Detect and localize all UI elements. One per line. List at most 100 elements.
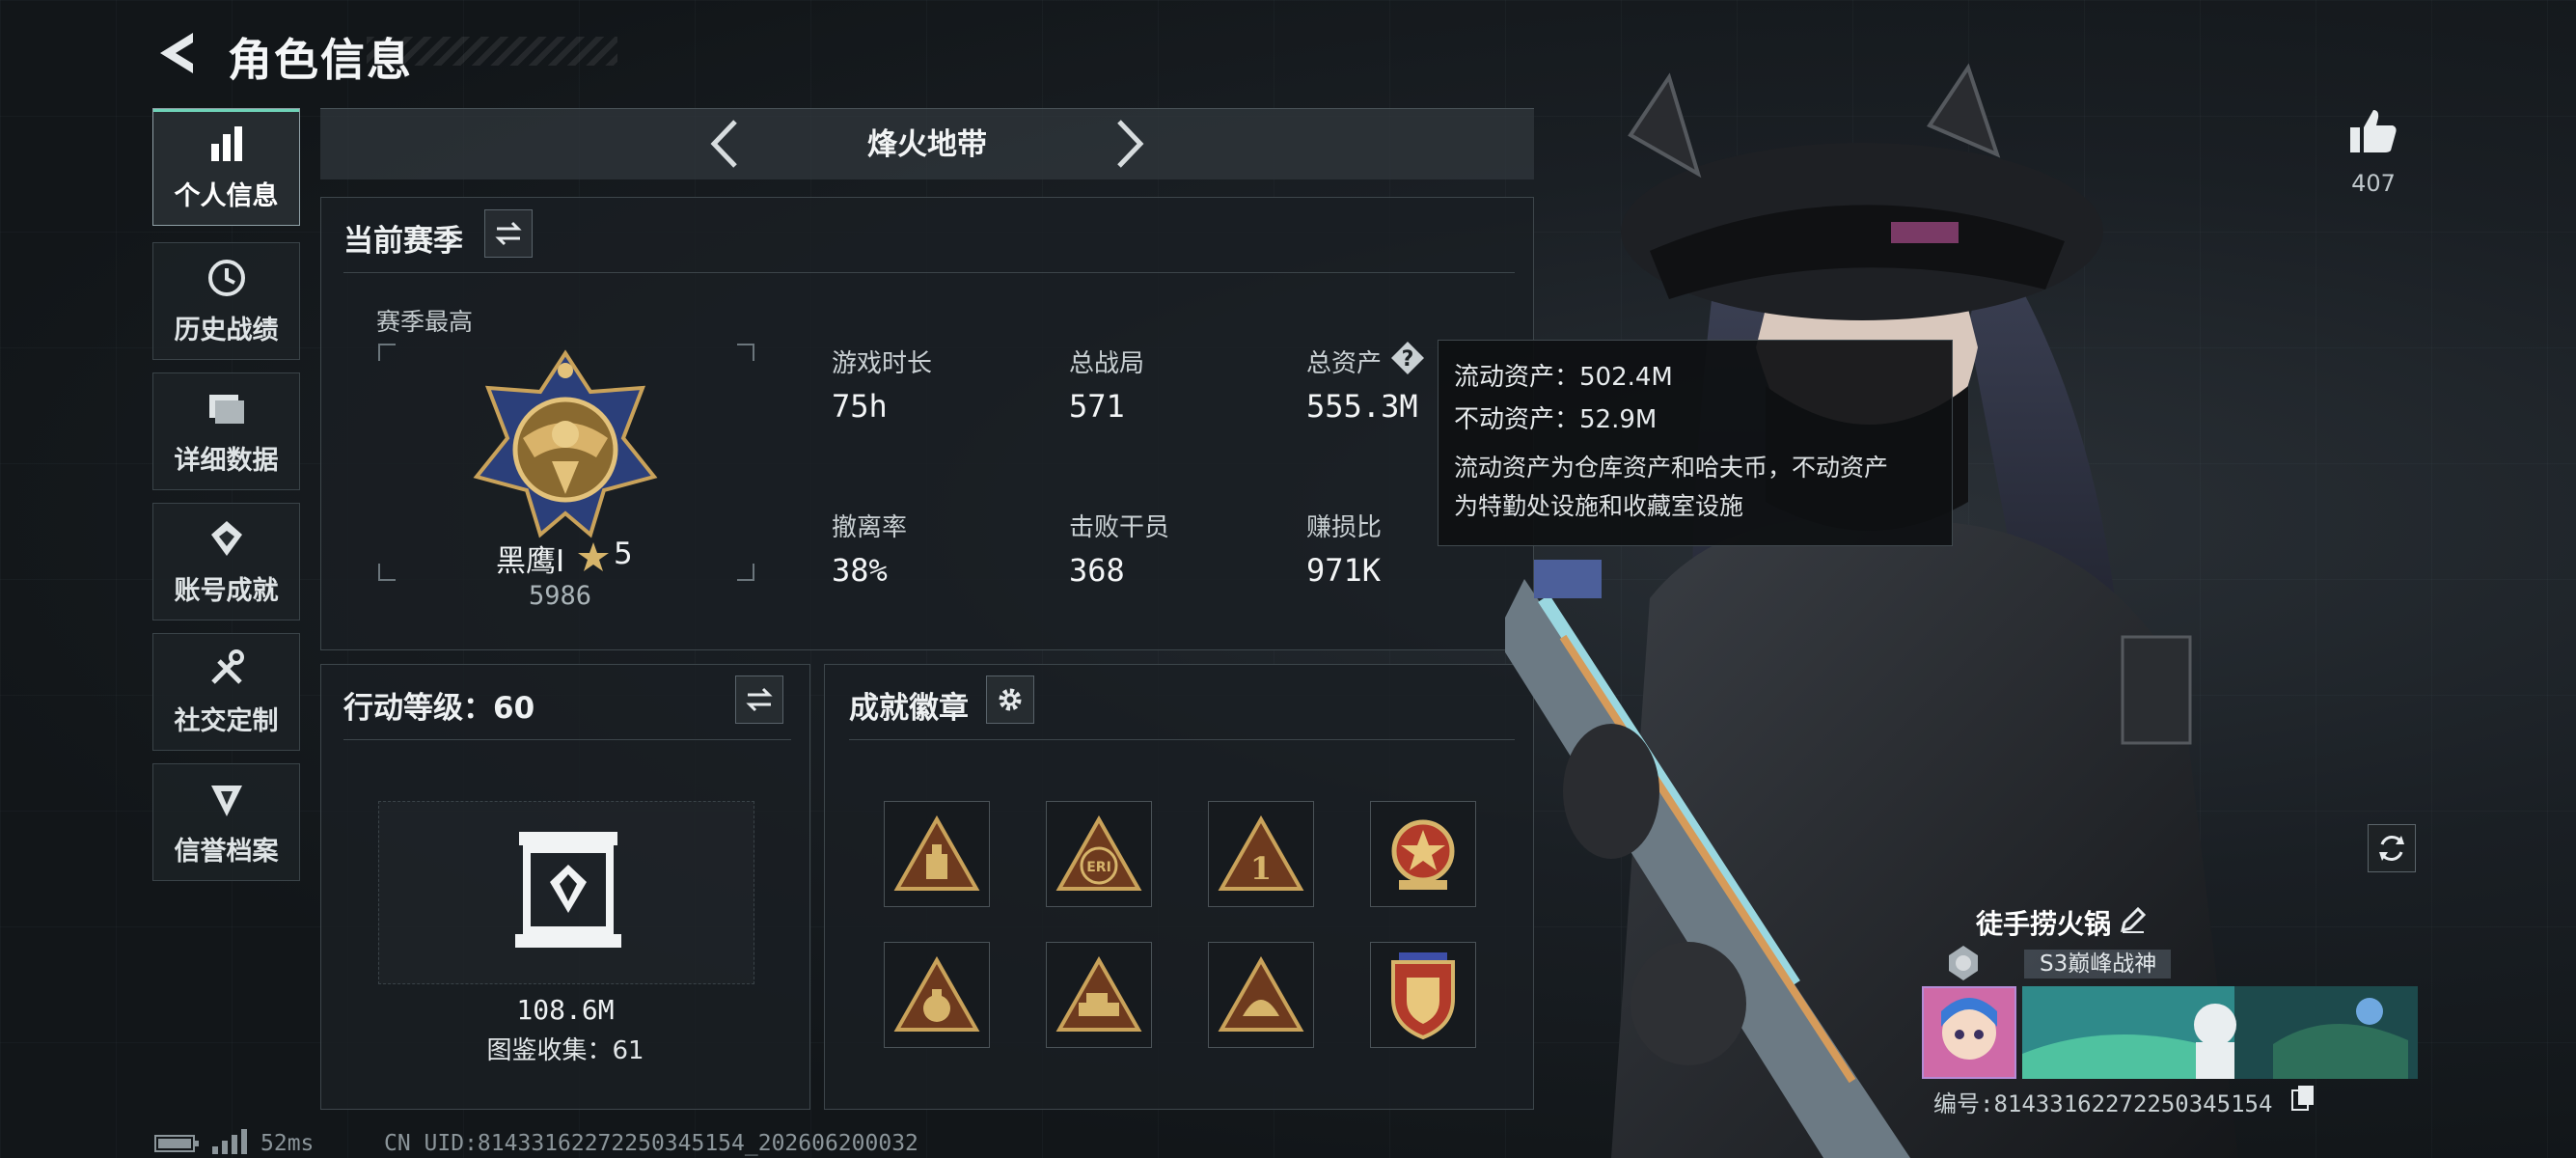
badge-eri-icon: ERI <box>1055 815 1142 891</box>
banner-image <box>2022 986 2418 1079</box>
clock-icon <box>207 259 245 296</box>
avatar[interactable] <box>1922 986 2016 1079</box>
ping-readout: 52ms <box>260 1131 315 1156</box>
uid-readout: CN UID:8143316227225034515­4_20260620003… <box>384 1131 918 1156</box>
swap-icon <box>746 687 773 712</box>
refresh-icon <box>2379 836 2404 861</box>
divider <box>343 739 791 740</box>
signal-icon <box>212 1129 247 1154</box>
battery-icon <box>154 1135 199 1152</box>
achievements-title: 成就徽章 <box>849 691 969 726</box>
stat-value-total-matches: 571 <box>1069 388 1125 425</box>
stat-label-total-matches: 总战局 <box>1069 349 1145 378</box>
player-id: 编号:8143316227225034515­4 <box>1933 1090 2273 1117</box>
sidebar-item-history[interactable]: 历史战绩 <box>152 242 300 360</box>
stat-value-profit-ratio: 971K <box>1306 552 1382 589</box>
edit-name-button[interactable] <box>2119 905 2148 934</box>
sidebar-item-reputation[interactable]: 信誉档案 <box>152 763 300 881</box>
chevron-right-icon <box>1117 120 1144 168</box>
action-level-switch-button[interactable] <box>735 676 783 724</box>
back-arrow-icon <box>160 33 193 73</box>
stat-value-total-assets: 555.3M <box>1306 388 1418 425</box>
tooltip-description-line2: 为特勤处设施和收藏室设施 <box>1454 492 1744 520</box>
frame-corner <box>737 564 754 581</box>
player-banner <box>2022 986 2418 1079</box>
stat-label-profit-ratio: 赚损比 <box>1306 513 1383 542</box>
player-title: S3巅峰战神 <box>2024 950 2171 979</box>
tooltip-fixed-assets: 不动资产：52.9M <box>1454 405 1658 434</box>
badge-first-icon: 1 <box>1218 815 1304 891</box>
copy-id-button[interactable] <box>2290 1085 2316 1112</box>
badge-star-emblem-icon <box>1391 819 1455 890</box>
sidebar-item-social[interactable]: 社交定制 <box>152 633 300 751</box>
stat-label-play-time: 游戏时长 <box>832 349 933 378</box>
badge-supply-icon <box>893 815 980 891</box>
badge-vehicle[interactable] <box>1046 942 1152 1048</box>
badge-money-bag-icon <box>893 956 980 1032</box>
divider <box>343 272 1515 273</box>
chevron-left-icon <box>710 120 737 168</box>
tooltip-description-line1: 流动资产为仓库资产和哈夫币，不动资产 <box>1454 454 1889 482</box>
stat-value-play-time: 75h <box>832 388 888 425</box>
sidebar-item-achievements[interactable]: 账号成就 <box>152 503 300 620</box>
divider <box>849 739 1515 740</box>
shield-icon <box>210 785 242 816</box>
season-best-label: 赛季最高 <box>376 308 474 336</box>
frame-corner <box>737 344 754 361</box>
sidebar-item-label: 历史战绩 <box>174 315 279 345</box>
badge-star-emblem[interactable] <box>1370 801 1476 907</box>
frame-corner <box>378 344 396 361</box>
title-decoration <box>367 37 617 66</box>
refresh-button[interactable] <box>2368 824 2416 872</box>
badge-helmet[interactable] <box>1208 942 1314 1048</box>
star-icon <box>578 542 609 571</box>
sidebar-item-personal-info[interactable]: 个人信息 <box>152 108 300 226</box>
rank-stars: 5 <box>614 537 633 571</box>
folder-icon <box>208 394 244 424</box>
tooltip-liquid-assets: 流动资产：502.4M <box>1454 363 1673 392</box>
svg-text:1: 1 <box>1250 850 1272 887</box>
swap-icon <box>495 221 522 246</box>
achievements-settings-button[interactable] <box>986 676 1034 724</box>
gear-icon <box>999 688 1022 711</box>
badge-eri[interactable]: ERI <box>1046 801 1152 907</box>
sidebar-item-label: 账号成就 <box>174 575 279 606</box>
player-name: 徒手捞火锅 <box>1976 908 2112 940</box>
mode-prev-button[interactable] <box>702 116 749 172</box>
avatar-image <box>1924 988 2014 1077</box>
action-level-title: 行动等级：60 <box>343 691 535 726</box>
like-count: 407 <box>2351 170 2396 197</box>
rank-name: 黑鹰I <box>496 544 565 579</box>
sidebar-item-label: 信誉档案 <box>174 836 279 867</box>
assets-help-button[interactable]: ? <box>1389 340 1426 376</box>
badge-helmet-icon <box>1218 956 1304 1032</box>
thumbs-up-icon <box>2350 110 2397 152</box>
badge-shield-crest[interactable] <box>1370 942 1476 1048</box>
rank-emblem-icon <box>473 349 658 538</box>
like-button[interactable] <box>2346 104 2400 158</box>
mode-next-button[interactable] <box>1106 116 1152 172</box>
mode-name: 烽火地带 <box>867 127 987 162</box>
sidebar-item-label: 个人信息 <box>174 180 279 211</box>
edit-icon <box>2120 906 2147 933</box>
tools-icon <box>210 648 244 684</box>
stat-value-extract-rate: 38% <box>832 552 888 589</box>
stat-label-kills: 击败干员 <box>1069 513 1170 542</box>
svg-text:ERI: ERI <box>1086 860 1111 875</box>
season-title: 当前赛季 <box>343 224 463 259</box>
copy-icon <box>2291 1086 2314 1111</box>
stat-value-kills: 368 <box>1069 552 1125 589</box>
season-switch-button[interactable] <box>484 209 533 258</box>
collection-value: 108.6M <box>516 994 615 1026</box>
badge-supply[interactable] <box>884 801 990 907</box>
back-button[interactable] <box>154 27 199 79</box>
stat-label-total-assets: 总资产 <box>1306 349 1383 378</box>
collection-case-icon <box>515 832 621 948</box>
sidebar-item-label: 详细数据 <box>174 445 279 476</box>
help-icon: ? <box>1391 342 1424 374</box>
badge-first[interactable]: 1 <box>1208 801 1314 907</box>
badge-shield-crest-icon <box>1391 952 1455 1040</box>
badge-money-bag[interactable] <box>884 942 990 1048</box>
bar-chart-icon <box>210 125 242 161</box>
sidebar-item-detailed-data[interactable]: 详细数据 <box>152 372 300 490</box>
